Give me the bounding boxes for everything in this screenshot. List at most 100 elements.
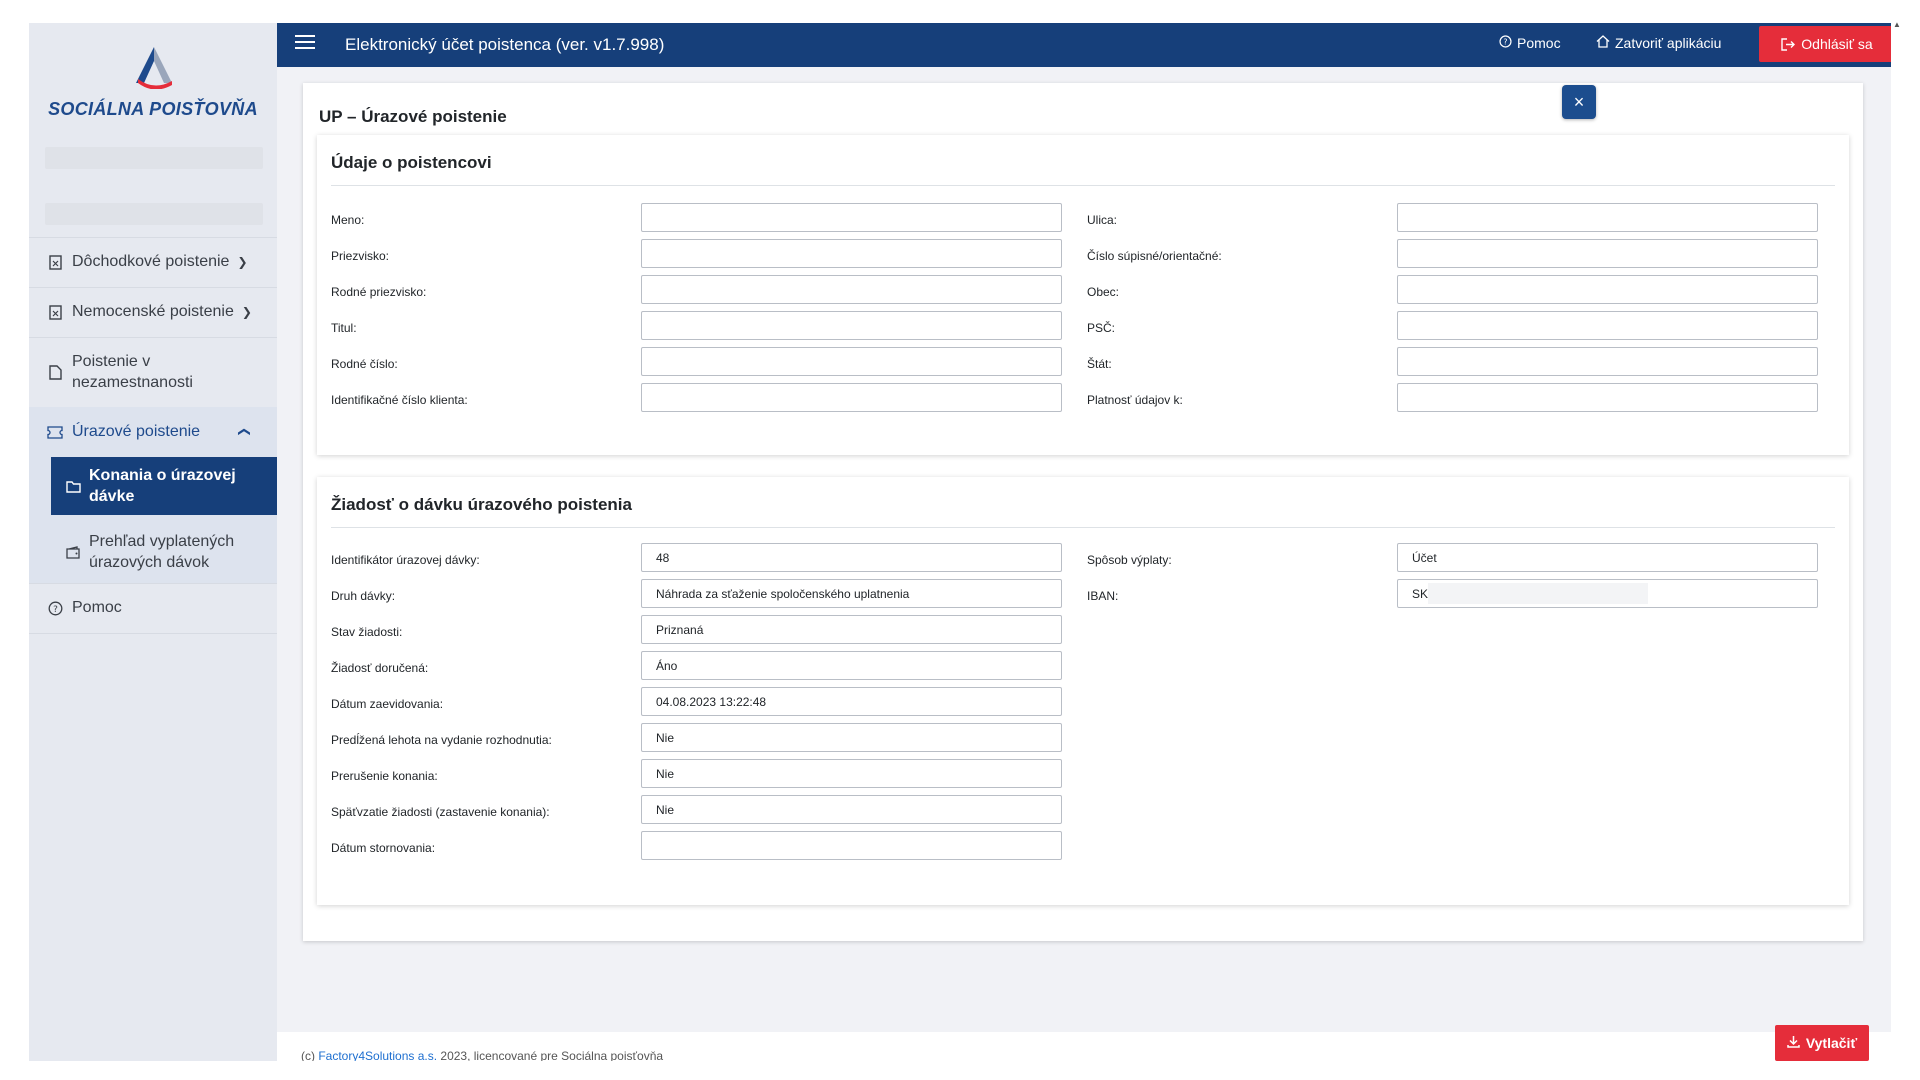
scroll-up-arrow-icon[interactable]: ▲ (1893, 20, 1901, 29)
label-line-2: dávke (89, 488, 135, 505)
divider (29, 633, 277, 634)
payment-method-field[interactable]: Účet (1397, 543, 1818, 572)
sidebar-item-help[interactable]: ? Pomoc (29, 583, 277, 633)
sidebar-item-pension[interactable]: Dôchodkové poistenie ❯ (29, 237, 277, 287)
house-number-label: Číslo súpisné/orientačné: (1087, 249, 1222, 263)
insured-person-section: Údaje o poistencovi Meno: Priezvisko: Ro… (317, 135, 1849, 455)
iban-label: IBAN: (1087, 589, 1119, 603)
last-name-field[interactable] (641, 239, 1062, 268)
divider (331, 185, 1835, 186)
claim-section: Žiadosť o dávku úrazového poistenia Iden… (317, 477, 1849, 905)
benefit-type-field[interactable]: Náhrada za sťaženie spoločenského uplatn… (641, 579, 1062, 608)
postal-code-field[interactable] (1397, 311, 1818, 340)
birth-name-label: Rodné priezvisko: (331, 285, 427, 299)
home-icon (1596, 35, 1610, 51)
city-label: Obec: (1087, 285, 1120, 299)
request-delivered-label: Žiadosť doručená: (331, 661, 429, 675)
sidebar-subitem-accident-proceedings[interactable]: Konania o úrazovej dávke (51, 457, 277, 515)
first-name-field[interactable] (641, 203, 1062, 232)
request-withdrawal-field[interactable]: Nie (641, 795, 1062, 824)
document-icon (47, 254, 63, 270)
postal-code-label: PSČ: (1087, 321, 1116, 335)
title-field[interactable] (641, 311, 1062, 340)
birth-number-label: Rodné číslo: (331, 357, 398, 371)
section-title: Žiadosť o dávku úrazového poistenia (331, 495, 632, 514)
print-button[interactable]: Vytlačiť (1775, 1025, 1869, 1061)
registration-date-field[interactable]: 04.08.2023 13:22:48 (641, 687, 1062, 716)
close-app-label: Zatvoriť aplikáciu (1615, 35, 1722, 51)
cancellation-date-label: Dátum stornovania: (331, 841, 436, 855)
detail-card: UP – Úrazové poistenie Údaje o poistenco… (303, 83, 1863, 941)
iban-value: SK (1412, 586, 1429, 601)
sidebar-item-label: Pomoc (72, 599, 122, 616)
sidebar-item-unemployment[interactable]: Poistenie v nezamestnanosti (29, 337, 277, 407)
copyright-text: (c) Factory4Solutions a.s. 2023, licenco… (301, 1049, 663, 1061)
first-name-label: Meno: (331, 213, 365, 227)
download-icon (1787, 1035, 1800, 1051)
house-number-field[interactable] (1397, 239, 1818, 268)
request-delivered-field[interactable]: Áno (641, 651, 1062, 680)
close-app-link[interactable]: Zatvoriť aplikáciu (1596, 35, 1721, 51)
user-name-placeholder (45, 147, 263, 169)
question-circle-icon: ? (47, 600, 63, 616)
street-label: Ulica: (1087, 213, 1118, 227)
payment-method-label: Spôsob výplaty: (1087, 553, 1172, 567)
hamburger-menu-icon[interactable] (295, 35, 315, 53)
label-line-1: Prehľad vyplatených (89, 533, 235, 550)
sidebar-item-sickness[interactable]: Nemocenské poistenie ❯ (29, 287, 277, 337)
validity-date-field[interactable] (1397, 383, 1818, 412)
divider (331, 527, 1835, 528)
client-id-field[interactable] (641, 383, 1062, 412)
ticket-icon (47, 424, 63, 440)
sidebar-item-label: Dôchodkové poistenie (72, 253, 230, 270)
country-field[interactable] (1397, 347, 1818, 376)
chevron-down-icon: ❯ (237, 255, 248, 269)
street-field[interactable] (1397, 203, 1818, 232)
app-window: SOCIÁLNA POISŤOVŇA Dôchodkové poistenie … (29, 23, 1891, 1061)
label-line-2: nezamestnanosti (72, 374, 193, 391)
label-line-1: Konania o úrazovej (89, 467, 236, 484)
city-field[interactable] (1397, 275, 1818, 304)
validity-date-label: Platnosť údajov k: (1087, 393, 1183, 407)
document-icon (47, 304, 63, 320)
iban-field[interactable]: SK (1397, 579, 1818, 608)
logo-mark-icon (136, 47, 172, 89)
subitem-label: Prehľad vyplatených úrazových dávok (89, 531, 234, 573)
proceedings-interrupted-field[interactable]: Nie (641, 759, 1062, 788)
wallet-icon (65, 544, 81, 560)
benefit-id-field[interactable]: 48 (641, 543, 1062, 572)
extended-deadline-label: Predĺžená lehota na vydanie rozhodnutia: (331, 733, 552, 747)
help-link[interactable]: ? Pomoc (1499, 35, 1561, 51)
logout-label: Odhlásiť sa (1801, 36, 1873, 52)
extended-deadline-field[interactable]: Nie (641, 723, 1062, 752)
request-withdrawal-label: Späťvzatie žiadosti (zastavenie konania)… (331, 805, 550, 819)
sidebar-item-label: Nemocenské poistenie (72, 303, 234, 320)
registration-date-label: Dátum zaevidovania: (331, 697, 444, 711)
birth-number-field[interactable] (641, 347, 1062, 376)
user-id-placeholder (45, 203, 263, 225)
last-name-label: Priezvisko: (331, 249, 390, 263)
section-title: Údaje o poistencovi (331, 153, 492, 172)
sidebar-subitem-paid-benefits[interactable]: Prehľad vyplatených úrazových dávok (51, 523, 277, 581)
sidebar: SOCIÁLNA POISŤOVŇA Dôchodkové poistenie … (29, 23, 277, 1061)
logout-button[interactable]: Odhlásiť sa (1759, 26, 1891, 62)
app-title: Elektronický účet poistenca (ver. v1.7.9… (345, 35, 665, 54)
page-title: UP – Úrazové poistenie (319, 107, 507, 126)
request-status-label: Stav žiadosti: (331, 625, 403, 639)
folder-icon (65, 478, 81, 494)
request-status-field[interactable]: Priznaná (641, 615, 1062, 644)
help-link-label: Pomoc (1517, 35, 1561, 51)
copyright-suffix: 2023, licencované pre Sociálna poisťovňa (437, 1049, 664, 1061)
birth-name-field[interactable] (641, 275, 1062, 304)
sidebar-item-label: Poistenie v nezamestnanosti (72, 351, 193, 393)
country-label: Štát: (1087, 357, 1112, 371)
sidebar-item-accident[interactable]: Úrazové poistenie ❯ (29, 407, 277, 457)
close-button[interactable]: × (1562, 85, 1596, 119)
cancellation-date-field[interactable] (641, 831, 1062, 860)
iban-redaction (1428, 583, 1648, 604)
svg-text:?: ? (53, 605, 58, 615)
logo[interactable]: SOCIÁLNA POISŤOVŇA (29, 23, 277, 133)
client-id-label: Identifikačné číslo klienta: (331, 393, 468, 407)
label-line-1: Poistenie v (72, 353, 151, 370)
vendor-link[interactable]: Factory4Solutions a.s. (318, 1049, 437, 1061)
